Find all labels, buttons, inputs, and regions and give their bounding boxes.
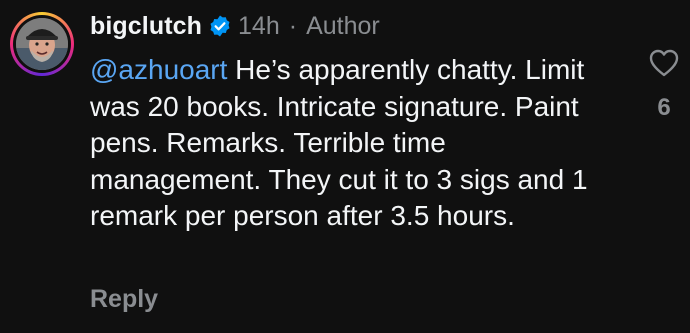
avatar[interactable] xyxy=(16,18,68,70)
author-label: Author xyxy=(306,11,380,40)
username[interactable]: bigclutch xyxy=(90,12,202,41)
timestamp: 14h xyxy=(238,11,280,40)
avatar-photo xyxy=(16,18,68,70)
mention-link[interactable]: @azhuoart xyxy=(90,54,227,85)
avatar-story-ring[interactable] xyxy=(10,12,74,76)
like-section: 6 xyxy=(640,48,688,122)
comment-body: @azhuoart He’s apparently chatty. Limit … xyxy=(90,52,610,235)
heart-icon[interactable] xyxy=(648,48,680,78)
reply-button[interactable]: Reply xyxy=(90,285,158,314)
avatar-ring-gap xyxy=(13,15,71,73)
like-count: 6 xyxy=(657,94,671,121)
verified-badge-icon xyxy=(208,14,232,38)
comment-header: bigclutch 14h · Author xyxy=(90,8,380,44)
separator-dot: · xyxy=(288,11,298,40)
